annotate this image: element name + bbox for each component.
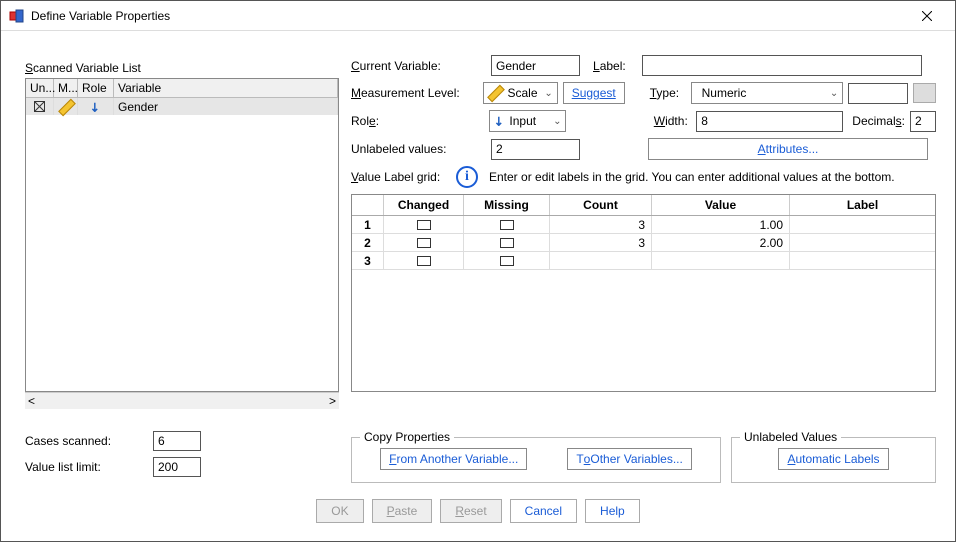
unlabeled-values-label: Unlabeled values:	[351, 142, 486, 156]
count-cell	[550, 252, 652, 269]
changed-cell[interactable]	[384, 234, 464, 251]
variable-list[interactable]: Un... M... Role Variable ↘ Gender	[25, 78, 339, 392]
from-another-variable-button[interactable]: From Another Variable...	[380, 448, 527, 470]
checkbox-icon	[500, 238, 514, 248]
automatic-labels-button[interactable]: Automatic Labels	[778, 448, 888, 470]
col-variable[interactable]: Variable	[114, 79, 338, 98]
grid-row[interactable]: 131.00	[352, 216, 935, 234]
value-label-grid[interactable]: Changed Missing Count Value Label 131.00…	[351, 194, 936, 392]
col-measure[interactable]: M...	[54, 79, 78, 98]
type-picker-button[interactable]	[913, 83, 936, 103]
decimals-input[interactable]	[910, 111, 936, 132]
measurement-level-label: Measurement Level:	[351, 86, 478, 100]
value-cell[interactable]	[652, 252, 790, 269]
current-variable-input[interactable]	[491, 55, 580, 76]
role-label: Role:	[351, 114, 484, 128]
checkbox-icon	[417, 238, 431, 248]
to-other-variables-button[interactable]: To Other Variables...	[567, 448, 692, 470]
checkbox-icon	[417, 256, 431, 266]
scanned-list-label: Scanned Variable List	[25, 61, 339, 75]
ok-button[interactable]: OK	[316, 499, 363, 523]
value-list-limit-label: Value list limit:	[25, 460, 153, 474]
current-variable-label: Current Variable:	[351, 59, 486, 73]
changed-cell[interactable]	[384, 216, 464, 233]
row-number: 1	[352, 216, 384, 233]
missing-cell[interactable]	[464, 234, 550, 251]
cases-scanned-input[interactable]	[153, 431, 201, 451]
changed-cell[interactable]	[384, 252, 464, 269]
variable-name: Gender	[114, 98, 338, 115]
role-dropdown[interactable]: ↘ Input ⌄	[489, 110, 566, 132]
missing-cell[interactable]	[464, 216, 550, 233]
grid-row[interactable]: 3	[352, 252, 935, 270]
chevron-down-icon: ⌄	[830, 88, 838, 99]
app-icon	[9, 8, 25, 24]
label-input[interactable]	[642, 55, 922, 76]
input-role-icon: ↘	[87, 98, 104, 115]
info-icon: i	[456, 166, 478, 188]
label-cell[interactable]	[790, 252, 935, 269]
col-count[interactable]: Count	[550, 195, 652, 215]
type-dropdown[interactable]: Numeric ⌄	[691, 82, 844, 104]
missing-cell[interactable]	[464, 252, 550, 269]
value-cell[interactable]: 1.00	[652, 216, 790, 233]
input-role-icon: ↘	[491, 112, 508, 129]
col-role[interactable]: Role	[78, 79, 114, 98]
titlebar: Define Variable Properties	[1, 1, 955, 31]
unlabeled-values-legend: Unlabeled Values	[740, 430, 841, 444]
col-value[interactable]: Value	[652, 195, 790, 215]
decimals-label: Decimals:	[852, 114, 905, 128]
width-input[interactable]	[696, 111, 843, 132]
count-cell: 3	[550, 234, 652, 251]
unlabeled-icon	[34, 101, 45, 112]
copy-properties-group: Copy Properties From Another Variable...…	[351, 437, 721, 483]
col-label[interactable]: Label	[790, 195, 935, 215]
dialog-buttons: OK Paste Reset Cancel Help	[1, 499, 955, 523]
scale-icon	[488, 86, 502, 100]
grid-header: Changed Missing Count Value Label	[352, 195, 935, 216]
grid-hint: Enter or edit labels in the grid. You ca…	[489, 170, 895, 184]
paste-button[interactable]: Paste	[372, 499, 433, 523]
help-button[interactable]: Help	[585, 499, 640, 523]
reset-button[interactable]: Reset	[440, 499, 501, 523]
unlabeled-values-group: Unlabeled Values Automatic Labels	[731, 437, 936, 483]
grid-row[interactable]: 232.00	[352, 234, 935, 252]
cases-scanned-label: Cases scanned:	[25, 434, 153, 448]
label-cell[interactable]	[790, 216, 935, 233]
type-extra-input[interactable]	[848, 83, 908, 104]
window-title: Define Variable Properties	[31, 9, 907, 23]
chevron-down-icon: ⌄	[553, 116, 561, 127]
cancel-button[interactable]: Cancel	[510, 499, 577, 523]
value-cell[interactable]: 2.00	[652, 234, 790, 251]
variable-list-header: Un... M... Role Variable	[26, 79, 338, 98]
col-missing[interactable]: Missing	[464, 195, 550, 215]
row-number: 3	[352, 252, 384, 269]
width-label: Width:	[654, 114, 692, 128]
h-scrollbar[interactable]: <>	[25, 392, 339, 409]
scale-icon	[59, 100, 73, 114]
label-label: Label:	[593, 59, 637, 73]
value-list-limit-input[interactable]	[153, 457, 201, 477]
checkbox-icon	[500, 220, 514, 230]
col-changed[interactable]: Changed	[384, 195, 464, 215]
variable-row[interactable]: ↘ Gender	[26, 98, 338, 115]
close-button[interactable]	[907, 2, 947, 30]
copy-properties-legend: Copy Properties	[360, 430, 454, 444]
count-cell: 3	[550, 216, 652, 233]
unlabeled-values-input[interactable]	[491, 139, 580, 160]
col-unlabeled[interactable]: Un...	[26, 79, 54, 98]
label-cell[interactable]	[790, 234, 935, 251]
type-label: Type:	[650, 86, 686, 100]
checkbox-icon	[500, 256, 514, 266]
measurement-level-dropdown[interactable]: Scale ⌄	[483, 82, 557, 104]
attributes-button[interactable]: Attributes...	[648, 138, 928, 160]
chevron-down-icon: ⌄	[544, 88, 552, 99]
checkbox-icon	[417, 220, 431, 230]
row-number: 2	[352, 234, 384, 251]
value-label-grid-label: Value Label grid:	[351, 170, 451, 184]
suggest-button[interactable]: Suggest	[563, 82, 625, 104]
